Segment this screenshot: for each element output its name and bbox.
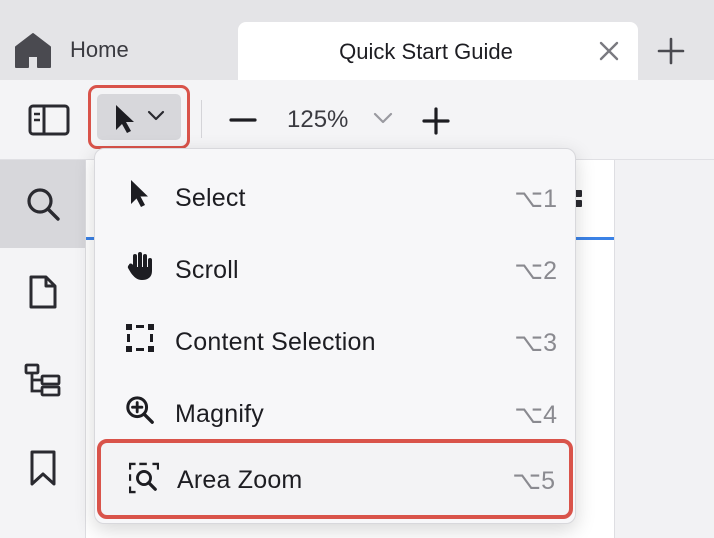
menu-item-shortcut: ⌥2 bbox=[514, 257, 557, 285]
home-tab-label: Home bbox=[70, 37, 129, 62]
tool-mode-highlight bbox=[88, 85, 190, 149]
close-tab-icon[interactable] bbox=[598, 40, 620, 62]
menu-item-area-zoom[interactable]: Area Zoom ⌥5 bbox=[97, 439, 573, 519]
tab-quick-start-guide[interactable]: Quick Start Guide bbox=[238, 22, 638, 80]
left-sidebar bbox=[0, 160, 86, 538]
pointer-icon bbox=[113, 103, 139, 135]
menu-item-content-selection[interactable]: Content Selection ⌥3 bbox=[95, 301, 575, 373]
menu-item-label: Select bbox=[175, 184, 246, 212]
sidebar-item-pages[interactable] bbox=[0, 248, 85, 336]
home-icon bbox=[14, 31, 52, 69]
sidebar-item-bookmarks[interactable] bbox=[0, 424, 85, 512]
sidebar-toggle-icon[interactable] bbox=[28, 104, 70, 136]
document-icon bbox=[28, 274, 58, 310]
menu-item-label: Magnify bbox=[175, 400, 264, 428]
new-tab-icon[interactable] bbox=[656, 36, 686, 66]
menu-item-select[interactable]: Select ⌥1 bbox=[95, 157, 575, 229]
menu-item-shortcut: ⌥3 bbox=[514, 329, 557, 357]
zoom-chevron-down-icon[interactable] bbox=[373, 112, 393, 124]
toolbar-divider bbox=[201, 100, 202, 138]
menu-item-shortcut: ⌥5 bbox=[512, 467, 555, 495]
outline-icon bbox=[24, 363, 62, 397]
menu-item-label: Area Zoom bbox=[177, 466, 303, 494]
sidebar-item-search[interactable] bbox=[0, 160, 85, 248]
tab-bar: Home Quick Start Guide bbox=[0, 0, 714, 80]
tab-title: Quick Start Guide bbox=[339, 39, 513, 64]
menu-item-magnify[interactable]: Magnify ⌥4 bbox=[95, 373, 575, 445]
chevron-down-icon bbox=[147, 110, 165, 122]
magnify-plus-icon bbox=[125, 395, 155, 425]
menu-item-label: Content Selection bbox=[175, 328, 376, 356]
hand-icon bbox=[125, 251, 155, 281]
bookmark-icon bbox=[29, 449, 57, 487]
menu-item-shortcut: ⌥4 bbox=[514, 401, 557, 429]
zoom-out-icon[interactable] bbox=[228, 106, 258, 134]
menu-item-label: Scroll bbox=[175, 256, 239, 284]
right-panel bbox=[614, 160, 714, 538]
home-tab[interactable]: Home bbox=[14, 30, 129, 70]
sidebar-item-outline[interactable] bbox=[0, 336, 85, 424]
pointer-icon bbox=[125, 179, 155, 209]
menu-item-shortcut: ⌥1 bbox=[514, 185, 557, 213]
selection-marquee-icon bbox=[125, 323, 155, 353]
zoom-level[interactable]: 125% bbox=[287, 106, 348, 134]
tool-mode-button[interactable] bbox=[97, 94, 181, 140]
zoom-in-icon[interactable] bbox=[421, 106, 451, 136]
area-zoom-icon bbox=[129, 462, 159, 494]
menu-item-scroll[interactable]: Scroll ⌥2 bbox=[95, 229, 575, 301]
tool-mode-menu: Select ⌥1 Scroll ⌥2 Content Selection ⌥3… bbox=[94, 148, 576, 524]
search-icon bbox=[25, 186, 61, 222]
